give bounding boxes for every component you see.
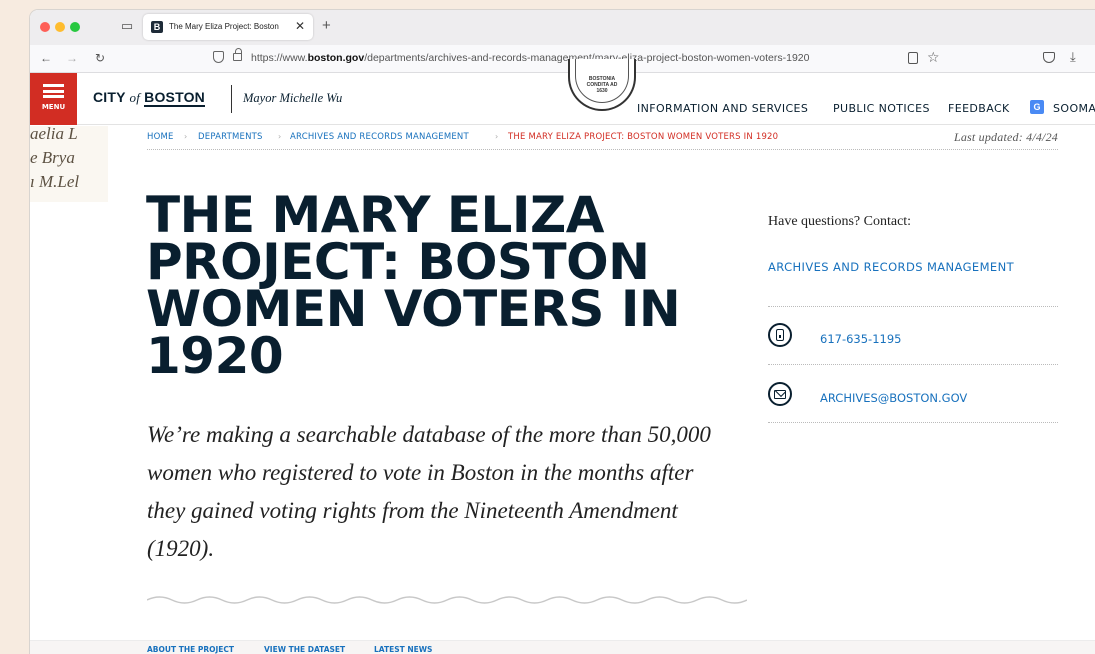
address-bar[interactable]: https://www.boston.gov/departments/archi… [251,52,809,65]
nav-feedback[interactable]: FEEDBACK [948,102,1010,115]
breadcrumb-departments[interactable]: DEPARTMENTS [198,131,263,143]
url-domain: boston.gov [307,52,365,64]
logo-boston: BOSTON [144,89,205,107]
last-updated: Last updated: 4/4/24 [953,130,1058,144]
handwriting-line: ı M.Lel [30,172,80,191]
contact-department-link[interactable]: ARCHIVES AND RECORDS MANAGEMENT [768,260,1014,274]
city-seal[interactable]: BOSTONIA CONDITA AD 1630 [568,59,636,111]
close-tab-icon[interactable]: ✕ [295,19,305,33]
handwriting-line: e Brya [30,148,75,167]
seal-text: 1630 [596,88,608,94]
page-subnav: ABOUT THE PROJECT VIEW THE DATASET LATES… [30,640,1095,654]
logo-city: CITY [93,89,126,105]
shield-icon[interactable] [213,51,224,63]
phone-link[interactable]: 617-635-1195 [820,332,901,346]
divider [768,364,1058,365]
download-icon[interactable]: ⤓ [1070,49,1076,65]
bookmark-star-icon[interactable]: ☆ [927,49,940,65]
reader-view-icon[interactable] [908,52,918,64]
logo-of: of [129,90,141,105]
menu-button[interactable]: MENU [30,73,77,125]
menu-label: MENU [41,103,66,111]
page-title: THE MARY ELIZA PROJECT: BOSTON WOMEN VOT… [146,186,681,385]
intro-paragraph: We’re making a searchable database of th… [147,422,711,561]
divider [768,422,1058,423]
nav-public-notices[interactable]: PUBLIC NOTICES [833,102,930,115]
tab-strip: ▭ B The Mary Eliza Project: Boston ✕ + [30,10,1095,45]
translate-language-button[interactable]: SOOMA [1053,102,1095,115]
handwriting-image: aelia L e Brya ı M.Lel [30,126,108,202]
subnav-about-the-project[interactable]: ABOUT THE PROJECT [147,645,234,654]
email-icon [768,382,792,406]
minimize-window-button[interactable] [55,22,65,32]
breadcrumb-separator: › [495,132,499,141]
logo-divider [231,85,232,113]
forward-arrow-icon[interactable]: → [66,51,78,65]
divider [768,306,1058,307]
close-window-button[interactable] [40,22,50,32]
breadcrumb-home[interactable]: HOME [147,131,174,143]
pocket-icon[interactable] [1043,52,1055,63]
subnav-latest-news[interactable]: LATEST NEWS [374,645,432,654]
back-arrow-icon[interactable]: ← [40,51,52,65]
tab-overview-icon[interactable]: ▭ [120,19,134,33]
wavy-divider [147,596,747,604]
phone-icon [768,323,792,347]
city-logo[interactable]: CITY of BOSTON [93,89,205,107]
breadcrumb-separator: › [184,132,188,141]
site-header: MENU CITY of BOSTON Mayor Michelle Wu BO… [30,59,1095,125]
mayor-name: Mayor Michelle Wu [243,91,343,105]
favicon-icon: B [151,21,163,33]
breadcrumb-archives[interactable]: ARCHIVES AND RECORDS MANAGEMENT [290,131,469,143]
url-prefix: https://www. [251,52,308,64]
reload-icon[interactable]: ↻ [95,51,105,65]
contact-heading: Have questions? Contact: [768,214,912,229]
lock-icon[interactable] [233,48,242,61]
browser-tab[interactable]: B The Mary Eliza Project: Boston ✕ [143,14,313,40]
browser-window: ▭ B The Mary Eliza Project: Boston ✕ + ←… [30,10,1095,654]
new-tab-button[interactable]: + [322,18,331,34]
email-link[interactable]: ARCHIVES@BOSTON.GOV [820,391,967,405]
maximize-window-button[interactable] [70,22,80,32]
tab-title: The Mary Eliza Project: Boston [169,22,279,31]
subnav-view-the-dataset[interactable]: VIEW THE DATASET [264,645,345,654]
nav-information-and-services[interactable]: INFORMATION AND SERVICES [637,102,808,115]
translate-icon[interactable]: G [1030,100,1044,114]
breadcrumb: HOME › DEPARTMENTS › ARCHIVES AND RECORD… [147,130,1058,150]
handwriting-line: aelia L [30,126,78,143]
hamburger-icon [43,84,64,98]
navigation-bar: ← → ↻ https://www.boston.gov/departments… [30,45,1095,73]
breadcrumb-current: THE MARY ELIZA PROJECT: BOSTON WOMEN VOT… [508,132,779,142]
breadcrumb-separator: › [278,132,282,141]
